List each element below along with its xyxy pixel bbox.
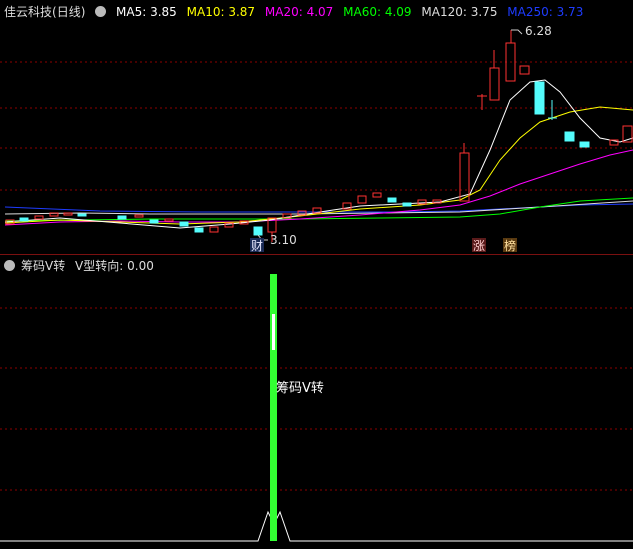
stock-name: 佳云科技 [4,5,53,19]
ma5-label: MA5: 3.85 [116,5,177,19]
ma120-label: MA120: 3.75 [421,5,498,19]
v-turn-bar-highlight [272,314,275,350]
candlestick-chart: 6.28 3.10 财 涨 榜 [0,24,633,253]
high-price-label: 6.28 [525,24,552,38]
ma10-label: MA10: 3.87 [186,5,256,19]
low-price-label: 3.10 [270,233,297,247]
up-candles [5,30,633,242]
indicator-value: V型转向: 0.00 [75,259,154,273]
badge-zhang[interactable]: 涨 [473,238,485,253]
ma20-label: MA20: 4.07 [264,5,334,19]
ma60-label: MA60: 4.09 [343,5,412,19]
v-turn-annotation: 筹码V转 [276,380,324,396]
indicator-title: 筹码V转 [21,259,66,273]
ma250-label: MA250: 3.73 [507,5,584,19]
high-marker [511,29,523,35]
sub-header: 筹码V转 V型转向: 0.00 [4,257,160,274]
period-label: (日线) [52,5,86,19]
ma10-line [4,106,633,225]
indicator-settings-icon[interactable] [4,260,15,271]
indicator-panel[interactable]: 筹码V转 V型转向: 0.00 筹码V转 [0,254,633,549]
indicator-chart: 筹码V转 [0,274,633,542]
v-turn-line [0,510,633,542]
badge-cai[interactable]: 财 [251,239,263,253]
main-header: 佳云科技(日线) MA5: 3.85 MA10: 3.87 MA20: 4.07… [4,3,589,20]
sub-grid [0,307,633,491]
settings-icon[interactable] [95,6,107,17]
badge-bang[interactable]: 榜 [504,238,516,253]
main-chart-panel[interactable]: 佳云科技(日线) MA5: 3.85 MA10: 3.87 MA20: 4.07… [0,0,633,254]
